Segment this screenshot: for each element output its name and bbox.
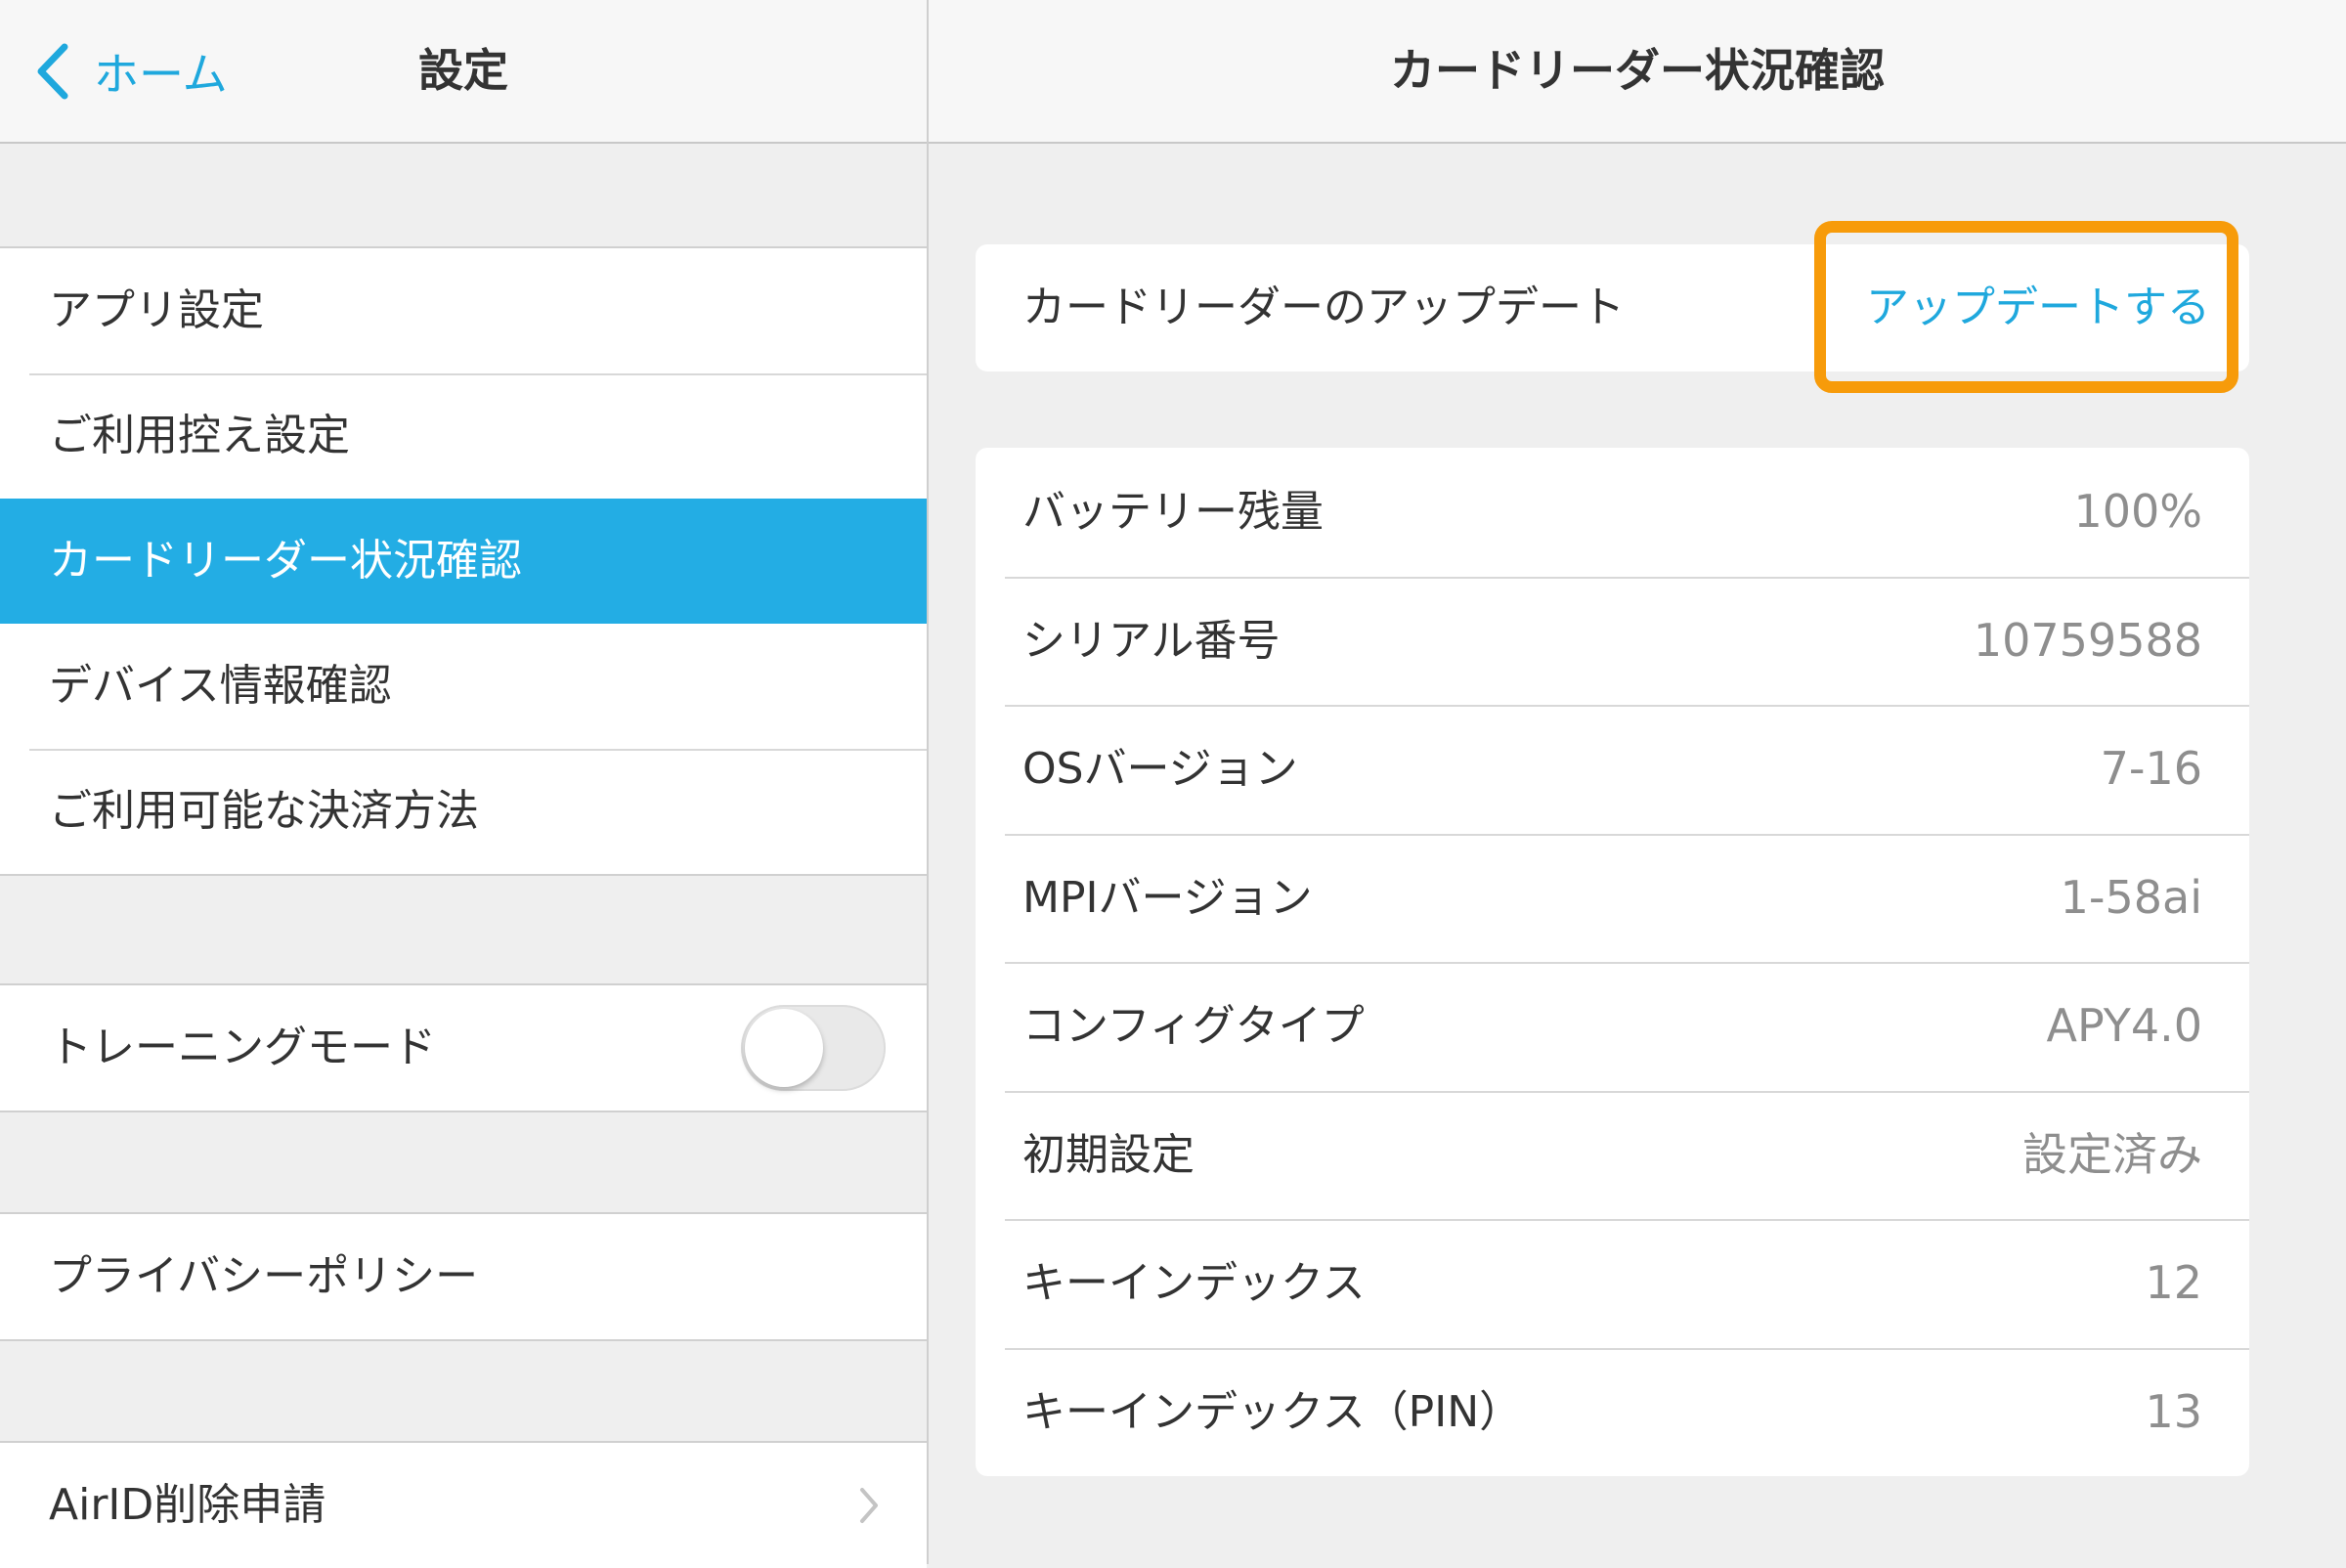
info-value: 12 (2145, 1256, 2202, 1309)
info-row-os-version: OSバージョン 7-16 (976, 705, 2249, 834)
detail-navbar: カードリーダー状況確認 (929, 0, 2346, 144)
chevron-right-icon (860, 1488, 878, 1523)
info-value: APY4.0 (2046, 999, 2202, 1052)
settings-menu-group: アプリ設定 ご利用控え設定 カードリーダー状況確認 デバイス情報確認 ご利用可能… (0, 246, 927, 876)
menu-item-airid-deletion[interactable]: AirID削除申請 (0, 1443, 927, 1568)
menu-item-device-info[interactable]: デバイス情報確認 (0, 624, 927, 749)
info-value: 10759588 (1973, 613, 2202, 667)
training-group: トレーニングモード (0, 983, 927, 1112)
info-value: 設定済み (2022, 1127, 2202, 1181)
info-label: 初期設定 (1022, 1129, 1195, 1180)
update-label: カードリーダーのアップデート (1022, 283, 1625, 332)
menu-item-payment-methods[interactable]: ご利用可能な決済方法 (0, 749, 927, 874)
detail-title: カードリーダー状況確認 (1390, 44, 1885, 97)
card-reader-status-pane: カードリーダー状況確認 カードリーダーのアップデート アップデートする バッテリ… (929, 0, 2346, 1564)
info-value: 13 (2145, 1384, 2202, 1438)
airid-group: AirID削除申請 (0, 1441, 927, 1568)
info-value: 1-58ai (2060, 870, 2202, 924)
privacy-group: プライバシーポリシー (0, 1212, 927, 1341)
sidebar-title: 設定 (418, 44, 508, 97)
info-row-config-type: コンフィグタイプ APY4.0 (976, 962, 2249, 1091)
sidebar-navbar: ホーム 設定 (0, 0, 927, 144)
info-label: バッテリー残量 (1022, 487, 1324, 537)
info-row-initial-setup: 初期設定 設定済み (976, 1090, 2249, 1220)
update-button[interactable]: アップデートする (1866, 244, 2210, 371)
toggle-knob (745, 1009, 823, 1087)
menu-item-receipt-settings[interactable]: ご利用控え設定 (0, 373, 927, 499)
info-value: 7-16 (2100, 742, 2202, 795)
info-value: 100% (2073, 485, 2202, 538)
menu-item-privacy-policy[interactable]: プライバシーポリシー (0, 1214, 927, 1339)
update-card: カードリーダーのアップデート アップデートする (976, 244, 2249, 371)
info-label: MPIバージョン (1022, 872, 1313, 923)
info-label: OSバージョン (1022, 744, 1298, 794)
settings-sidebar: ホーム 設定 アプリ設定 ご利用控え設定 カードリーダー状況確認 デバイス情報確… (0, 0, 927, 1568)
menu-item-card-reader-status[interactable]: カードリーダー状況確認 (0, 499, 927, 624)
info-row-mpi-version: MPIバージョン 1-58ai (976, 833, 2249, 963)
training-mode-toggle[interactable] (741, 1005, 886, 1091)
info-label: キーインデックス（PIN） (1022, 1386, 1523, 1437)
info-row-key-index-pin: キーインデックス（PIN） 13 (976, 1347, 2249, 1477)
info-row-key-index: キーインデックス 12 (976, 1219, 2249, 1348)
menu-item-app-settings[interactable]: アプリ設定 (0, 248, 927, 373)
menu-item-training-mode: トレーニングモード (0, 985, 927, 1111)
airid-deletion-label: AirID削除申請 (49, 1480, 326, 1530)
info-row-battery: バッテリー残量 100% (976, 448, 2249, 577)
reader-info-card: バッテリー残量 100% シリアル番号 10759588 OSバージョン 7-1… (976, 448, 2249, 1476)
info-label: シリアル番号 (1022, 615, 1281, 666)
training-mode-label: トレーニングモード (49, 1023, 436, 1072)
info-row-serial: シリアル番号 10759588 (976, 576, 2249, 706)
info-label: キーインデックス (1022, 1258, 1366, 1308)
info-label: コンフィグタイプ (1022, 1001, 1365, 1051)
